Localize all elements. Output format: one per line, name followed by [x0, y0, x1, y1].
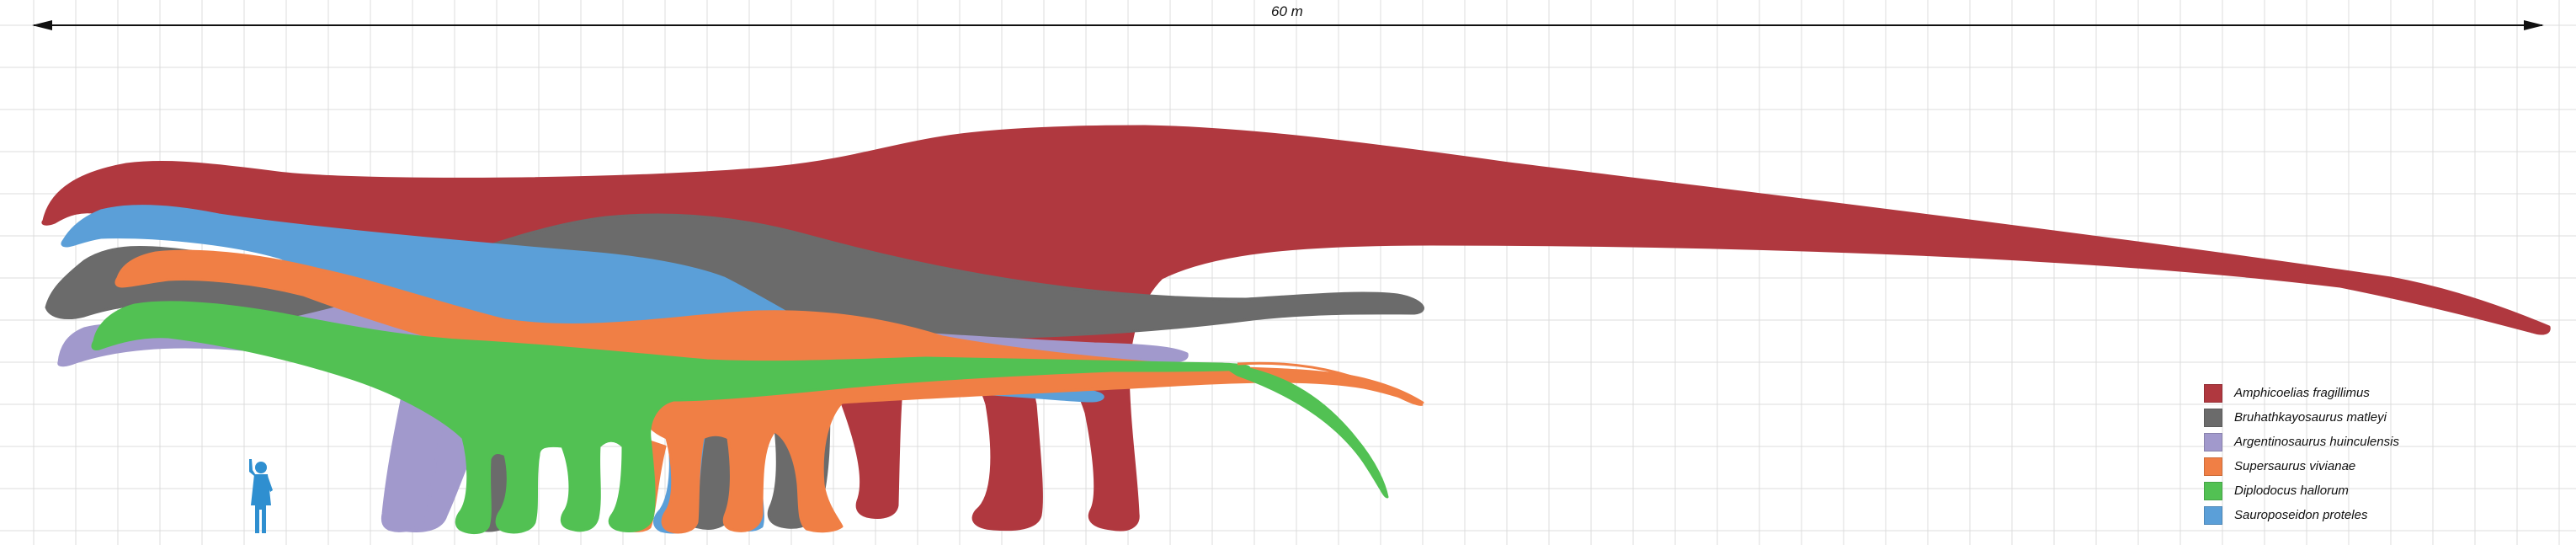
legend-item: Argentinosaurus huinculensis — [2204, 430, 2557, 454]
scale-bar — [32, 20, 2544, 30]
legend-label: Supersaurus vivianae — [2234, 459, 2356, 473]
legend-item: Amphicoelias fragillimus — [2204, 381, 2557, 405]
legend-item: Supersaurus vivianae — [2204, 454, 2557, 478]
scale-bar-label: 60 m — [1271, 3, 1303, 19]
legend-label: Diplodocus hallorum — [2234, 484, 2349, 498]
legend-swatch — [2204, 432, 2222, 451]
size-comparison-diagram — [0, 0, 2576, 545]
legend-swatch — [2204, 505, 2222, 525]
legend-swatch — [2204, 383, 2222, 403]
legend-item: Diplodocus hallorum — [2204, 478, 2557, 503]
legend-label: Amphicoelias fragillimus — [2234, 386, 2370, 400]
legend-item: Bruhathkayosaurus matleyi — [2204, 405, 2557, 430]
legend-swatch — [2204, 457, 2222, 476]
human-silhouette — [249, 459, 273, 533]
legend-label: Argentinosaurus huinculensis — [2234, 435, 2399, 449]
legend-item: Sauroposeidon proteles — [2204, 503, 2557, 527]
legend: Amphicoelias fragillimus Bruhathkayosauru… — [2204, 381, 2557, 527]
legend-swatch — [2204, 481, 2222, 500]
legend-label: Bruhathkayosaurus matleyi — [2234, 410, 2387, 425]
legend-swatch — [2204, 408, 2222, 427]
legend-label: Sauroposeidon proteles — [2234, 508, 2368, 522]
